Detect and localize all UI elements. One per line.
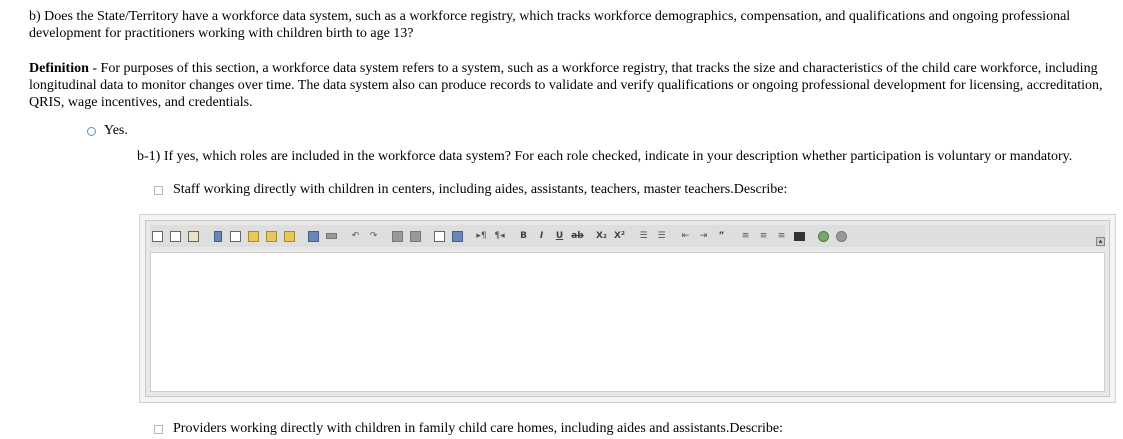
link-icon[interactable]: [816, 229, 831, 244]
centers-label: Staff working directly with children in …: [173, 182, 788, 197]
templates-icon[interactable]: [186, 229, 201, 244]
replace-icon[interactable]: [408, 229, 423, 244]
yes-option[interactable]: Yes.: [87, 122, 128, 140]
align-left-icon[interactable]: ≡: [738, 229, 753, 244]
unlink-icon[interactable]: [834, 229, 849, 244]
toolbar-group-indent: ⇤ ⇥ ”: [678, 229, 732, 244]
toolbar-group-script: X₂ X²: [594, 229, 630, 244]
toolbar-group-tools: [306, 229, 342, 244]
rich-text-editor: ↶ ↷ ▸¶ ¶◂ B I U ab X₂ X² ☰ ☰ ⇤ ⇥ ” ≡ ≡ ≡…: [145, 220, 1110, 397]
yes-radio[interactable]: [87, 126, 96, 136]
indent-icon[interactable]: ⇥: [696, 229, 711, 244]
select-all-icon[interactable]: [432, 229, 447, 244]
definition-label: Definition: [29, 61, 89, 76]
toolbar-group-document: [150, 229, 204, 244]
toolbar-group-history: ↶ ↷: [348, 229, 384, 244]
justify-icon[interactable]: [792, 229, 807, 244]
italic-icon[interactable]: I: [534, 229, 549, 244]
outdent-icon[interactable]: ⇤: [678, 229, 693, 244]
paste-text-icon[interactable]: [264, 229, 279, 244]
rich-text-editor-frame: ↶ ↷ ▸¶ ¶◂ B I U ab X₂ X² ☰ ☰ ⇤ ⇥ ” ≡ ≡ ≡…: [139, 214, 1116, 403]
undo-icon[interactable]: ↶: [348, 229, 363, 244]
toolbar-group-basicstyles: B I U ab: [516, 229, 588, 244]
toolbar-group-select: [432, 229, 468, 244]
toolbar-group-clipboard: [210, 229, 300, 244]
subquestion-text: b-1) If yes, which roles are included in…: [137, 149, 1073, 164]
family-child-care-label: Providers working directly with children…: [173, 421, 784, 436]
definition-text: - For purposes of this section, a workfo…: [29, 61, 1103, 110]
numbered-list-icon[interactable]: ☰: [636, 229, 651, 244]
remove-format-icon[interactable]: [450, 229, 465, 244]
centers-checkbox[interactable]: [154, 185, 163, 195]
redo-icon[interactable]: ↷: [366, 229, 381, 244]
editor-text-area[interactable]: [150, 252, 1105, 392]
subscript-icon[interactable]: X₂: [594, 229, 609, 244]
print-icon[interactable]: [306, 229, 321, 244]
new-page-icon[interactable]: [150, 229, 165, 244]
ltr-icon[interactable]: ▸¶: [474, 229, 489, 244]
toolbar-group-links: [816, 229, 852, 244]
strike-icon[interactable]: ab: [570, 229, 585, 244]
question-text: b) Does the State/Territory have a workf…: [29, 9, 1071, 41]
spellcheck-icon[interactable]: [324, 229, 339, 244]
role-option-centers[interactable]: Staff working directly with children in …: [154, 181, 787, 199]
bulleted-list-icon[interactable]: ☰: [654, 229, 669, 244]
yes-label: Yes.: [104, 123, 128, 138]
collapse-toolbar-icon[interactable]: ▴: [1096, 237, 1105, 246]
underline-icon[interactable]: U: [552, 229, 567, 244]
align-right-icon[interactable]: ≡: [774, 229, 789, 244]
rtl-icon[interactable]: ¶◂: [492, 229, 507, 244]
toolbar-group-align: ≡ ≡ ≡: [738, 229, 810, 244]
toolbar-group-find: [390, 229, 426, 244]
definition-paragraph: Definition - For purposes of this sectio…: [29, 60, 1119, 111]
cut-icon[interactable]: [210, 229, 225, 244]
role-option-family-child-care[interactable]: Providers working directly with children…: [154, 420, 783, 438]
preview-icon[interactable]: [168, 229, 183, 244]
bold-icon[interactable]: B: [516, 229, 531, 244]
family-child-care-checkbox[interactable]: [154, 424, 163, 434]
blockquote-icon[interactable]: ”: [714, 229, 729, 244]
copy-icon[interactable]: [228, 229, 243, 244]
toolbar-group-direction: ▸¶ ¶◂: [474, 229, 510, 244]
align-center-icon[interactable]: ≡: [756, 229, 771, 244]
find-icon[interactable]: [390, 229, 405, 244]
paste-word-icon[interactable]: [282, 229, 297, 244]
paste-icon[interactable]: [246, 229, 261, 244]
editor-toolbar: ↶ ↷ ▸¶ ¶◂ B I U ab X₂ X² ☰ ☰ ⇤ ⇥ ” ≡ ≡ ≡: [150, 225, 1105, 247]
toolbar-group-lists: ☰ ☰: [636, 229, 672, 244]
superscript-icon[interactable]: X²: [612, 229, 627, 244]
